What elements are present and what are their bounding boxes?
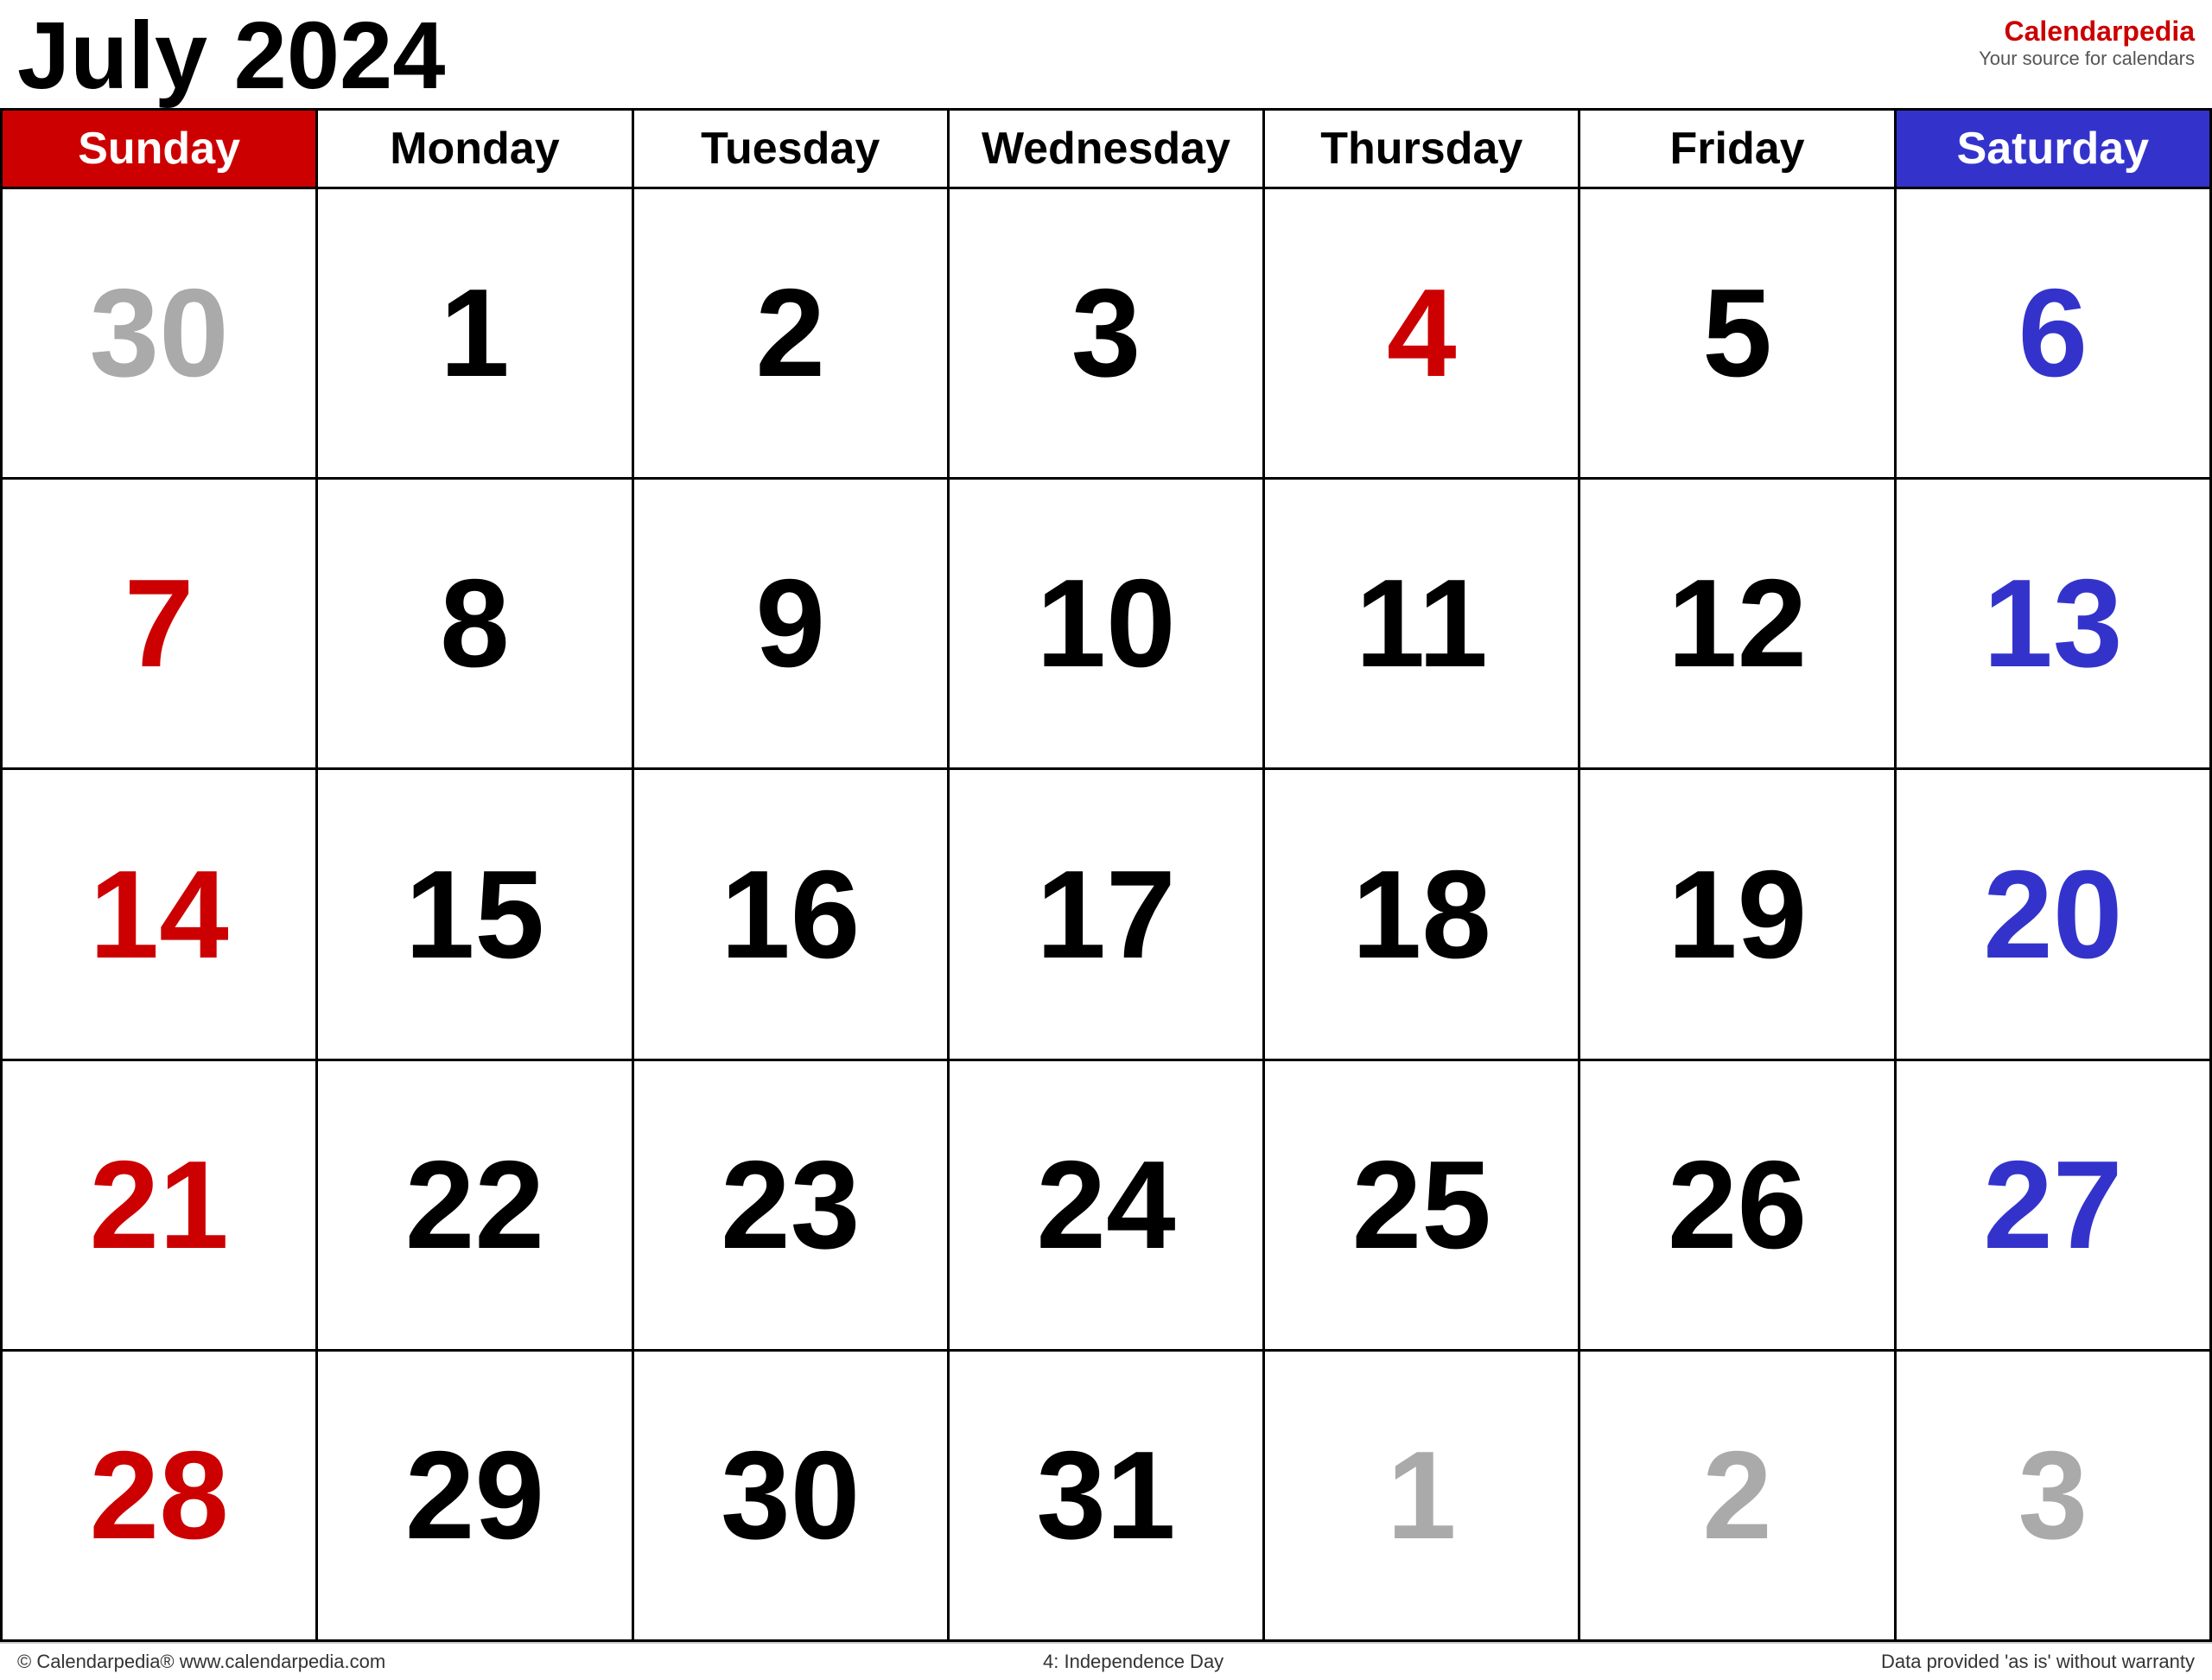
cell-w1-d6[interactable]: 5 bbox=[1580, 189, 1896, 477]
cell-w3-d3[interactable]: 16 bbox=[634, 770, 950, 1058]
cell-w2-d5[interactable]: 11 bbox=[1265, 480, 1580, 767]
day-number: 5 bbox=[1702, 270, 1772, 396]
cell-w3-d6[interactable]: 19 bbox=[1580, 770, 1896, 1058]
day-number: 13 bbox=[1983, 561, 2122, 686]
cell-w2-d4[interactable]: 10 bbox=[950, 480, 1265, 767]
day-number: 1 bbox=[1387, 1433, 1457, 1558]
header-saturday: Saturday bbox=[1897, 111, 2212, 189]
day-number: 18 bbox=[1352, 852, 1491, 977]
footer: © Calendarpedia® www.calendarpedia.com 4… bbox=[0, 1642, 2212, 1680]
day-number: 25 bbox=[1352, 1142, 1491, 1268]
cell-w4-d5[interactable]: 25 bbox=[1265, 1061, 1580, 1349]
day-headers: Sunday Monday Tuesday Wednesday Thursday… bbox=[3, 111, 2212, 189]
week-5: 28 29 30 31 1 2 3 bbox=[3, 1352, 2212, 1642]
day-number: 7 bbox=[124, 561, 194, 686]
cell-w1-d2[interactable]: 1 bbox=[318, 189, 633, 477]
brand-name: Calendarpedia bbox=[1979, 16, 2195, 48]
brand-tagline: Your source for calendars bbox=[1979, 48, 2195, 70]
cell-w3-d4[interactable]: 17 bbox=[950, 770, 1265, 1058]
cell-w4-d6[interactable]: 26 bbox=[1580, 1061, 1896, 1349]
cell-w3-d1[interactable]: 14 bbox=[3, 770, 318, 1058]
header-sunday: Sunday bbox=[3, 111, 318, 189]
cell-w1-d3[interactable]: 2 bbox=[634, 189, 950, 477]
header-wednesday: Wednesday bbox=[950, 111, 1265, 189]
cell-w4-d4[interactable]: 24 bbox=[950, 1061, 1265, 1349]
week-3: 14 15 16 17 18 19 20 bbox=[3, 770, 2212, 1060]
day-number: 9 bbox=[755, 561, 825, 686]
cell-w3-d2[interactable]: 15 bbox=[318, 770, 633, 1058]
cell-w1-d4[interactable]: 3 bbox=[950, 189, 1265, 477]
week-4: 21 22 23 24 25 26 27 bbox=[3, 1061, 2212, 1352]
day-number: 12 bbox=[1668, 561, 1807, 686]
day-number: 30 bbox=[89, 270, 228, 396]
day-number: 23 bbox=[721, 1142, 860, 1268]
cell-w5-d6[interactable]: 2 bbox=[1580, 1352, 1896, 1639]
day-number: 29 bbox=[405, 1433, 544, 1558]
day-number: 20 bbox=[1983, 852, 2122, 977]
day-number: 27 bbox=[1983, 1142, 2122, 1268]
cell-w4-d7[interactable]: 27 bbox=[1897, 1061, 2212, 1349]
day-number: 6 bbox=[2018, 270, 2088, 396]
day-number: 22 bbox=[405, 1142, 544, 1268]
day-number: 19 bbox=[1668, 852, 1807, 977]
week-1: 30 1 2 3 4 5 6 bbox=[3, 189, 2212, 480]
header-tuesday: Tuesday bbox=[634, 111, 950, 189]
day-number: 11 bbox=[1356, 561, 1488, 686]
cell-w5-d1[interactable]: 28 bbox=[3, 1352, 318, 1639]
cell-w4-d1[interactable]: 21 bbox=[3, 1061, 318, 1349]
day-number: 31 bbox=[1036, 1433, 1175, 1558]
day-number: 2 bbox=[755, 270, 825, 396]
week-2: 7 8 9 10 11 12 13 bbox=[3, 480, 2212, 770]
footer-copyright: © Calendarpedia® www.calendarpedia.com bbox=[17, 1651, 385, 1673]
day-number: 21 bbox=[89, 1142, 228, 1268]
day-number: 14 bbox=[89, 852, 228, 977]
cell-w3-d7[interactable]: 20 bbox=[1897, 770, 2212, 1058]
cell-w1-d5[interactable]: 4 bbox=[1265, 189, 1580, 477]
cell-w5-d4[interactable]: 31 bbox=[950, 1352, 1265, 1639]
cell-w2-d3[interactable]: 9 bbox=[634, 480, 950, 767]
calendar-page: July 2024 Calendarpedia Your source for … bbox=[0, 0, 2212, 1680]
cell-w2-d1[interactable]: 7 bbox=[3, 480, 318, 767]
cell-w5-d3[interactable]: 30 bbox=[634, 1352, 950, 1639]
day-number: 4 bbox=[1387, 270, 1457, 396]
calendar-body: 3012345678910111213141516171819202122232… bbox=[3, 189, 2212, 1642]
day-number: 3 bbox=[1071, 270, 1141, 396]
footer-disclaimer: Data provided 'as is' without warranty bbox=[1881, 1651, 2195, 1673]
day-number: 16 bbox=[721, 852, 860, 977]
cell-w5-d5[interactable]: 1 bbox=[1265, 1352, 1580, 1639]
day-number: 28 bbox=[89, 1433, 228, 1558]
brand-name-calendar: Calendar bbox=[2004, 16, 2122, 47]
day-number: 15 bbox=[405, 852, 544, 977]
cell-w5-d7[interactable]: 3 bbox=[1897, 1352, 2212, 1639]
month-title: July 2024 bbox=[17, 9, 445, 104]
calendar: Sunday Monday Tuesday Wednesday Thursday… bbox=[0, 108, 2212, 1642]
header-monday: Monday bbox=[318, 111, 633, 189]
cell-w2-d2[interactable]: 8 bbox=[318, 480, 633, 767]
day-number: 24 bbox=[1036, 1142, 1175, 1268]
footer-holiday: 4: Independence Day bbox=[1043, 1651, 1224, 1673]
day-number: 26 bbox=[1668, 1142, 1807, 1268]
day-number: 17 bbox=[1036, 852, 1175, 977]
day-number: 2 bbox=[1702, 1433, 1772, 1558]
cell-w3-d5[interactable]: 18 bbox=[1265, 770, 1580, 1058]
brand-name-pedia: pedia bbox=[2122, 16, 2195, 47]
cell-w1-d7[interactable]: 6 bbox=[1897, 189, 2212, 477]
header: July 2024 Calendarpedia Your source for … bbox=[0, 0, 2212, 108]
header-friday: Friday bbox=[1580, 111, 1896, 189]
day-number: 1 bbox=[440, 270, 510, 396]
day-number: 30 bbox=[721, 1433, 860, 1558]
header-thursday: Thursday bbox=[1265, 111, 1580, 189]
day-number: 8 bbox=[440, 561, 510, 686]
brand-logo: Calendarpedia Your source for calendars bbox=[1979, 9, 2195, 70]
cell-w1-d1[interactable]: 30 bbox=[3, 189, 318, 477]
cell-w2-d7[interactable]: 13 bbox=[1897, 480, 2212, 767]
cell-w5-d2[interactable]: 29 bbox=[318, 1352, 633, 1639]
cell-w2-d6[interactable]: 12 bbox=[1580, 480, 1896, 767]
cell-w4-d3[interactable]: 23 bbox=[634, 1061, 950, 1349]
day-number: 10 bbox=[1036, 561, 1175, 686]
day-number: 3 bbox=[2018, 1433, 2088, 1558]
cell-w4-d2[interactable]: 22 bbox=[318, 1061, 633, 1349]
